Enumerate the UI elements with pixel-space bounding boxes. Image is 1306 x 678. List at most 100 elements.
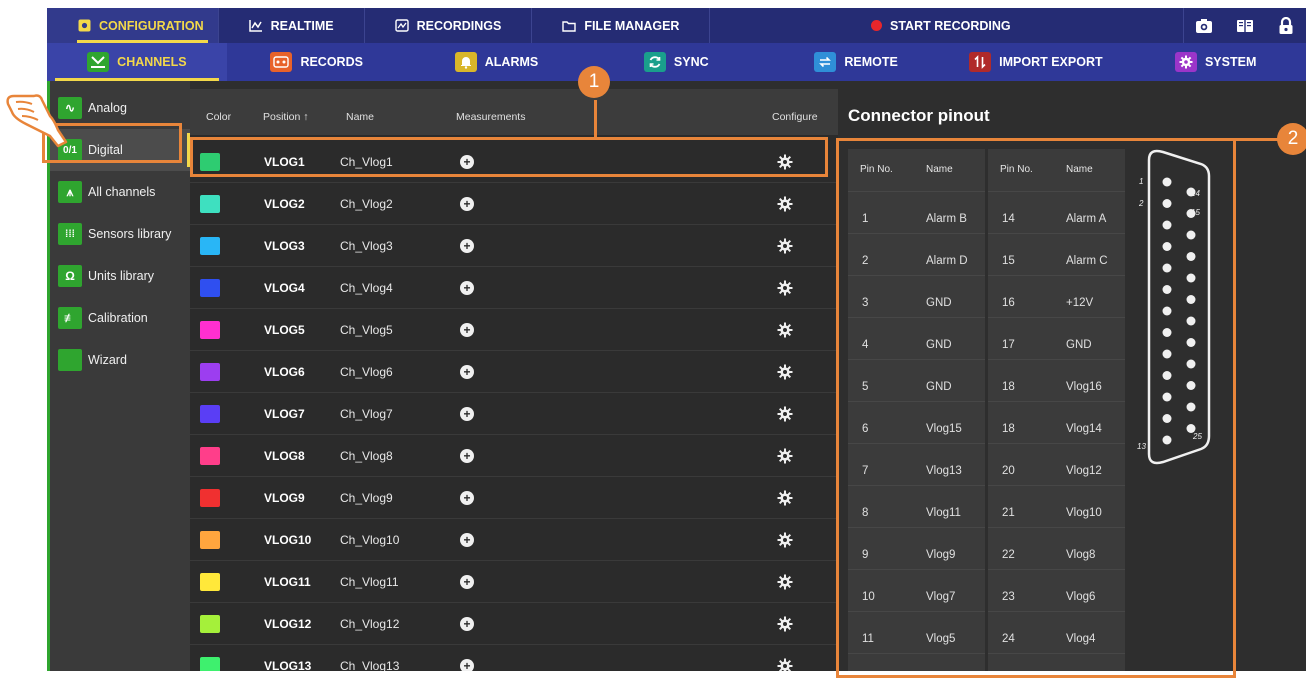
add-measurement-icon[interactable]: + [460, 238, 474, 253]
color-swatch[interactable] [200, 278, 220, 297]
tab-channels[interactable]: CHANNELS [47, 43, 227, 81]
channels-icon [87, 52, 110, 72]
configure-gear-icon[interactable] [777, 196, 793, 212]
color-swatch[interactable] [200, 446, 220, 465]
header-measurements[interactable]: Measurements [456, 111, 525, 123]
lock-icon[interactable] [1275, 15, 1297, 37]
configure-gear-icon[interactable] [777, 448, 793, 464]
sidebar-item-calibration[interactable]: ≢ Calibration [50, 297, 190, 339]
start-recording-label: START RECORDING [890, 18, 1011, 33]
color-swatch[interactable] [200, 194, 220, 213]
color-swatch[interactable] [200, 656, 220, 671]
configure-gear-icon[interactable] [777, 364, 793, 380]
table-row[interactable]: VLOG2 Ch_Vlog2 + [190, 183, 838, 225]
tab-records[interactable]: RECORDS [227, 43, 407, 81]
add-measurement-icon[interactable]: + [460, 658, 474, 671]
channel-name: Ch_Vlog5 [340, 322, 393, 337]
add-measurement-icon[interactable]: + [460, 448, 474, 463]
add-measurement-icon[interactable]: + [460, 574, 474, 589]
channel-name: Ch_Vlog8 [340, 448, 393, 463]
tab-realtime[interactable]: REALTIME [219, 8, 365, 43]
tab-file-manager[interactable]: FILE MANAGER [532, 8, 711, 43]
sidebar-item-all-channels[interactable]: ⩚ All channels [50, 171, 190, 213]
table-row[interactable]: VLOG11 Ch_Vlog11 + [190, 561, 838, 603]
top-right-icons [1183, 8, 1306, 43]
header-name[interactable]: Name [346, 111, 374, 123]
channel-name: Ch_Vlog4 [340, 280, 393, 295]
configure-gear-icon[interactable] [777, 658, 793, 671]
color-swatch[interactable] [200, 488, 220, 507]
configure-gear-icon[interactable] [777, 574, 793, 590]
color-swatch[interactable] [200, 320, 220, 339]
tab-system[interactable]: SYSTEM [1126, 43, 1306, 81]
tab-sync[interactable]: SYNC [586, 43, 766, 81]
configure-gear-icon[interactable] [777, 238, 793, 254]
add-measurement-icon[interactable]: + [460, 406, 474, 421]
table-row[interactable]: VLOG7 Ch_Vlog7 + [190, 393, 838, 435]
table-row[interactable]: VLOG9 Ch_Vlog9 + [190, 477, 838, 519]
configure-gear-icon[interactable] [777, 616, 793, 632]
channel-name: Ch_Vlog11 [340, 574, 399, 589]
tab-label: RECORDINGS [416, 18, 502, 33]
configure-gear-icon[interactable] [777, 490, 793, 506]
configure-gear-icon[interactable] [777, 406, 793, 422]
add-measurement-icon[interactable]: + [460, 322, 474, 337]
sidebar-item-units-library[interactable]: Ω Units library [50, 255, 190, 297]
table-row[interactable]: VLOG4 Ch_Vlog4 + [190, 267, 838, 309]
gear-icon [1174, 52, 1197, 72]
color-swatch[interactable] [200, 362, 220, 381]
sidebar-item-label: Calibration [88, 311, 148, 325]
header-configure[interactable]: Configure [772, 111, 818, 123]
remote-icon [814, 52, 837, 72]
color-swatch[interactable] [200, 530, 220, 549]
configure-gear-icon[interactable] [777, 280, 793, 296]
callout-line-1 [594, 100, 597, 138]
callout-line-2 [1236, 138, 1278, 141]
channel-position: VLOG5 [264, 322, 305, 337]
table-row[interactable]: VLOG8 Ch_Vlog8 + [190, 435, 838, 477]
table-row[interactable]: VLOG5 Ch_Vlog5 + [190, 309, 838, 351]
add-measurement-icon[interactable]: + [460, 280, 474, 295]
tab-alarms[interactable]: ALARMS [407, 43, 587, 81]
folder-icon [562, 19, 577, 32]
tab-label: REALTIME [270, 18, 334, 33]
tab-import-export[interactable]: IMPORT EXPORT [946, 43, 1126, 81]
callout-badge-1: 1 [578, 66, 610, 98]
configure-gear-icon[interactable] [777, 532, 793, 548]
add-measurement-icon[interactable]: + [460, 616, 474, 631]
header-position[interactable]: Position ↑ [263, 111, 309, 123]
channel-name: Ch_Vlog7 [340, 406, 393, 421]
color-swatch[interactable] [200, 614, 220, 633]
color-swatch[interactable] [200, 572, 220, 591]
tab-remote[interactable]: REMOTE [766, 43, 946, 81]
tab-recordings[interactable]: RECORDINGS [365, 8, 533, 43]
add-measurement-icon[interactable]: + [460, 490, 474, 505]
channel-name: Ch_Vlog13 [340, 658, 400, 672]
table-row[interactable]: VLOG3 Ch_Vlog3 + [190, 225, 838, 267]
hand-pointer-icon [6, 94, 68, 148]
channel-position: VLOG8 [264, 448, 305, 463]
table-row[interactable]: VLOG12 Ch_Vlog12 + [190, 603, 838, 645]
table-row[interactable]: VLOG10 Ch_Vlog10 + [190, 519, 838, 561]
sidebar-item-wizard[interactable]: Wizard [50, 339, 190, 381]
tab-configuration[interactable]: CONFIGURATION [47, 8, 219, 43]
table-row[interactable]: VLOG6 Ch_Vlog6 + [190, 351, 838, 393]
add-measurement-icon[interactable]: + [460, 196, 474, 211]
records-icon [270, 52, 293, 72]
channel-position: VLOG6 [264, 364, 305, 379]
tab-label: RECORDS [300, 55, 363, 69]
add-measurement-icon[interactable]: + [460, 364, 474, 379]
table-row[interactable]: VLOG13 Ch_Vlog13 + [190, 645, 838, 671]
header-color[interactable]: Color [206, 111, 231, 123]
book-icon[interactable] [1234, 15, 1256, 37]
start-recording-button[interactable]: START RECORDING [871, 8, 1011, 43]
configure-gear-icon[interactable] [777, 322, 793, 338]
tab-label: SYSTEM [1204, 55, 1257, 69]
color-swatch[interactable] [200, 404, 220, 423]
tab-label: SYNC [673, 55, 709, 69]
channel-name: Ch_Vlog2 [340, 196, 393, 211]
add-measurement-icon[interactable]: + [460, 532, 474, 547]
camera-icon[interactable] [1193, 15, 1215, 37]
sidebar-item-sensors-library[interactable]: ⁞⁞⁞ Sensors library [50, 213, 190, 255]
color-swatch[interactable] [200, 236, 220, 255]
